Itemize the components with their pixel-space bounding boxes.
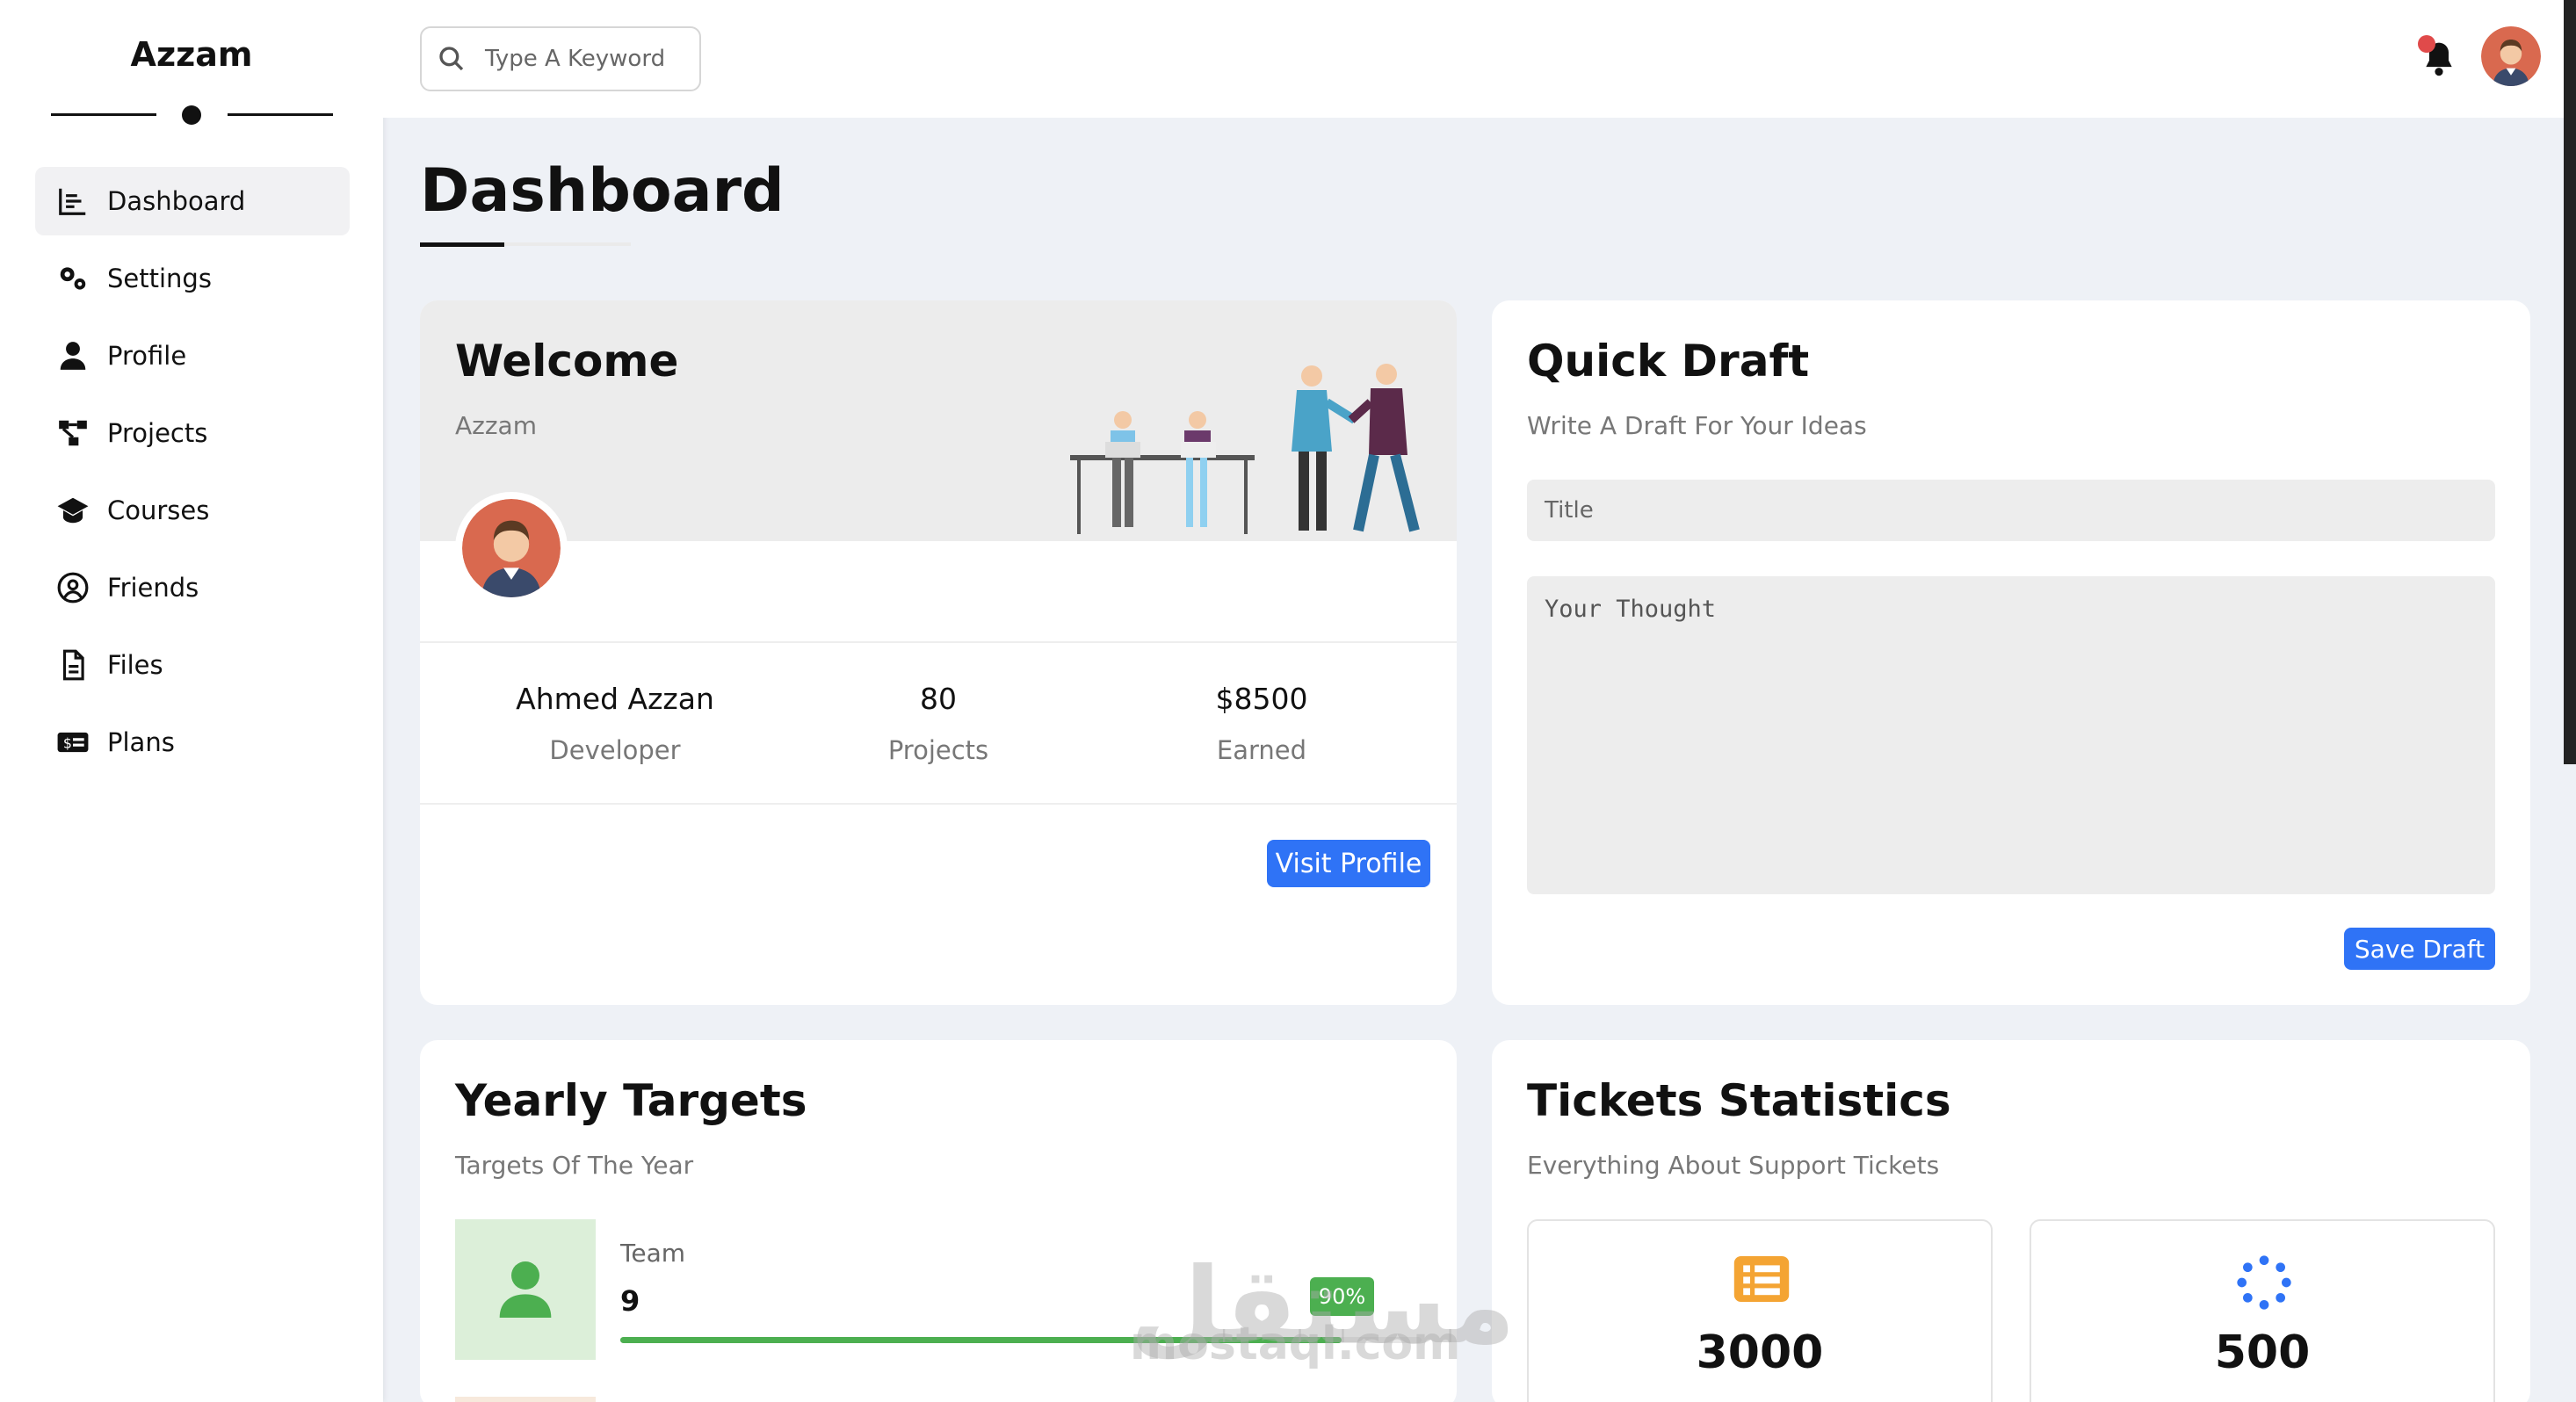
sidebar-item-settings[interactable]: Settings	[35, 244, 350, 313]
stat-projects: 80 Projects	[807, 682, 1070, 765]
stat-name: Ahmed Azzan Developer	[483, 682, 747, 765]
sidebar-item-label: Friends	[107, 573, 199, 603]
tickets-title: Tickets Statistics	[1527, 1075, 1951, 1126]
brand-divider-right	[228, 113, 333, 116]
draft-subtitle: Write A Draft For Your Ideas	[1527, 411, 1867, 440]
quick-draft-card: Quick Draft Write A Draft For Your Ideas…	[1492, 300, 2530, 1005]
draft-body-textarea[interactable]: Your Thought	[1527, 576, 2495, 894]
sidebar-item-label: Settings	[107, 264, 212, 293]
brand-title: Azzam	[130, 35, 253, 74]
notification-badge	[2418, 35, 2435, 53]
stat-label: Projects	[887, 735, 989, 765]
chart-icon	[53, 184, 93, 219]
user-icon	[53, 338, 93, 373]
page-title: Dashboard	[420, 156, 785, 226]
draft-title-input[interactable]: Title	[1527, 480, 2495, 541]
divider	[420, 641, 1457, 643]
sidebar-item-profile[interactable]: Profile	[35, 322, 350, 390]
brand-divider-left	[51, 113, 156, 116]
sidebar-item-label: Plans	[107, 727, 175, 757]
file-icon	[53, 647, 93, 683]
spinner-icon	[2237, 1255, 2291, 1310]
stat-value: $8500	[1215, 682, 1308, 716]
scrollbar[interactable]	[2564, 0, 2576, 764]
sidebar-item-label: Dashboard	[107, 186, 246, 216]
brand-divider-dot	[182, 105, 201, 125]
sidebar-item-friends[interactable]: Friends	[35, 553, 350, 622]
visit-profile-button[interactable]: Visit Profile	[1267, 840, 1430, 887]
sidebar-item-projects[interactable]: Projects	[35, 399, 350, 467]
sidebar-item-courses[interactable]: Courses	[35, 476, 350, 545]
top-header: Type A Keyword	[383, 0, 2576, 118]
tickets-card: Tickets Statistics Everything About Supp…	[1492, 1040, 2530, 1402]
gears-icon	[53, 261, 93, 296]
tickets-subtitle: Everything About Support Tickets	[1527, 1151, 1940, 1180]
search-placeholder: Type A Keyword	[485, 46, 666, 72]
money-icon: $	[53, 725, 93, 760]
save-draft-button[interactable]: Save Draft	[2344, 928, 2495, 970]
targets-subtitle: Targets Of The Year	[455, 1151, 694, 1180]
title-underline-accent	[420, 242, 504, 247]
ticket-stat-pending: 500	[2030, 1219, 2495, 1402]
stat-value: 80	[920, 682, 957, 716]
avatar[interactable]	[2481, 26, 2541, 86]
profile-avatar[interactable]	[455, 492, 568, 604]
list-icon	[1733, 1256, 1790, 1302]
stat-earned: $8500 Earned	[1130, 682, 1393, 765]
sidebar-item-plans[interactable]: $ Plans	[35, 708, 350, 777]
target-value: 9	[620, 1284, 640, 1318]
ticket-stat-total: 3000	[1527, 1219, 1993, 1402]
draft-title-placeholder: Title	[1545, 497, 1594, 524]
welcome-subtitle: Azzam	[455, 411, 537, 440]
user-circle-icon	[53, 570, 93, 605]
sidebar-item-label: Courses	[107, 495, 210, 525]
draft-body-placeholder: Your Thought	[1545, 596, 1717, 623]
sidebar: Azzam Dashboard Settings Profile Project…	[0, 0, 383, 1402]
ticket-value: 3000	[1696, 1326, 1824, 1379]
sidebar-item-files[interactable]: Files	[35, 631, 350, 699]
sidebar-item-dashboard[interactable]: Dashboard	[35, 167, 350, 235]
target-icon-box	[455, 1397, 596, 1402]
stat-label: Earned	[1216, 735, 1307, 765]
stat-label: Developer	[549, 735, 681, 765]
search-icon	[439, 47, 464, 71]
sidebar-item-label: Projects	[107, 418, 208, 448]
watermark-url: mostaql.com	[1130, 1318, 1461, 1370]
divider	[420, 803, 1457, 805]
user-icon	[499, 1261, 552, 1318]
targets-title: Yearly Targets	[455, 1075, 807, 1126]
welcome-card: Welcome Azzam Ahmed Azzan Developer 80 P…	[420, 300, 1457, 1005]
sidebar-item-label: Profile	[107, 341, 187, 371]
stat-value: Ahmed Azzan	[516, 682, 714, 716]
team-illustration	[1070, 364, 1420, 534]
diagram-icon	[53, 416, 93, 451]
svg-text:$: $	[63, 734, 72, 751]
graduation-cap-icon	[53, 493, 93, 528]
ticket-value: 500	[2214, 1326, 2311, 1379]
draft-title: Quick Draft	[1527, 336, 1810, 387]
search-input[interactable]: Type A Keyword	[420, 26, 701, 91]
welcome-title: Welcome	[455, 336, 679, 387]
sidebar-item-label: Files	[107, 650, 163, 680]
target-icon-box	[455, 1219, 596, 1360]
target-name: Team	[620, 1239, 686, 1268]
